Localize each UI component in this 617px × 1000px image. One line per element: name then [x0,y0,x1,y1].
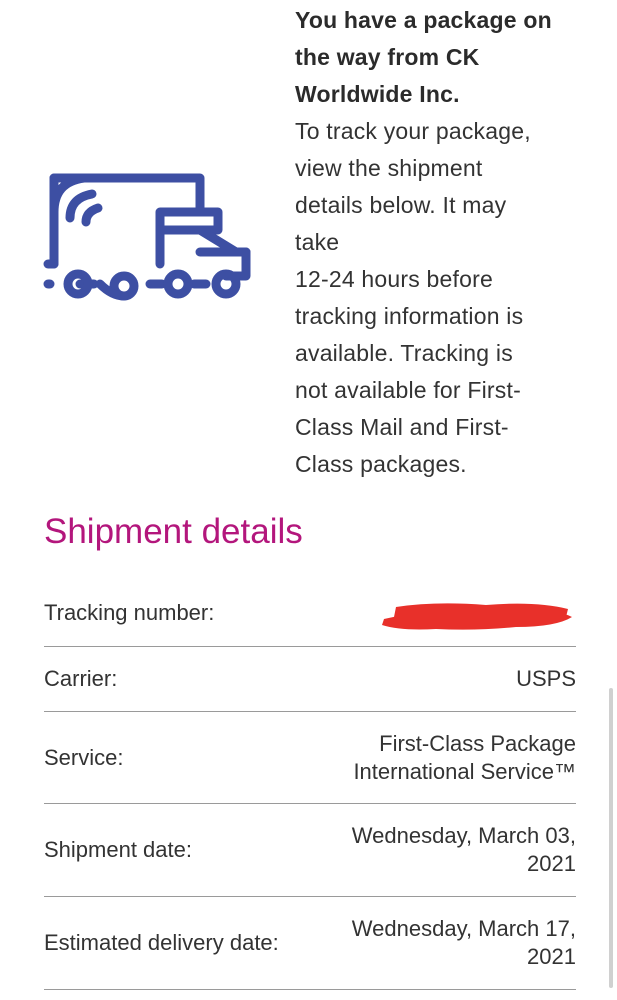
section-title: Shipment details [44,512,303,551]
value-line: Wednesday, March 17, [351,916,576,941]
body-line: available. Tracking is [295,340,513,366]
detail-row-carrier: Carrier: USPS [44,647,576,712]
body-line: take [295,229,340,255]
body-line: view the shipment [295,155,483,181]
intro-body: To track your package, view the shipment… [295,113,595,483]
body-line: tracking information is [295,303,524,329]
headline-line: the way from CK [295,44,480,70]
detail-label: Service: [44,744,124,770]
detail-row-service: Service: First-Class Package Internation… [44,712,576,804]
detail-row-tracking-number: Tracking number: [44,580,576,647]
headline-line: Worldwide Inc. [295,81,460,107]
detail-label: Estimated delivery date: [44,930,279,955]
detail-label: Carrier: [44,666,118,691]
intro-message: You have a package on the way from CK Wo… [295,2,595,483]
headline-line: You have a package on [295,7,552,33]
body-line: To track your package, [295,118,531,144]
shipment-details-table: Tracking number: Carrier: USPS Service: … [44,580,576,990]
body-line: Class Mail and First- [295,414,509,440]
detail-value: Wednesday, March 17, 2021 [352,915,576,971]
detail-value: First-Class Package International Servic… [353,730,576,786]
value-line: USPS [516,666,576,691]
detail-value: Wednesday, March 03, 2021 [352,822,576,878]
detail-row-estimated-delivery-date: Estimated delivery date: Wednesday, Marc… [44,897,576,990]
detail-value: USPS [516,665,576,693]
value-line: 2021 [527,851,576,876]
value-line: Wednesday, March 03, [351,823,576,848]
detail-row-shipment-date: Shipment date: Wednesday, March 03, 2021 [44,804,576,897]
body-line: details below. It may [295,192,507,218]
detail-label: Shipment date: [44,837,192,862]
body-line: Class packages. [295,451,467,477]
delivery-truck-icon [40,168,260,308]
body-line: 12-24 hours before [295,266,493,292]
value-line: International Service™ [353,758,576,784]
value-line: 2021 [527,944,576,969]
body-line: not available for First- [295,377,521,403]
value-line: First-Class Package [379,730,576,756]
detail-label: Tracking number: [44,600,215,625]
intro-headline: You have a package on the way from CK Wo… [295,2,595,113]
redacted-tracking-number [376,593,576,633]
scrollbar[interactable] [609,688,613,988]
